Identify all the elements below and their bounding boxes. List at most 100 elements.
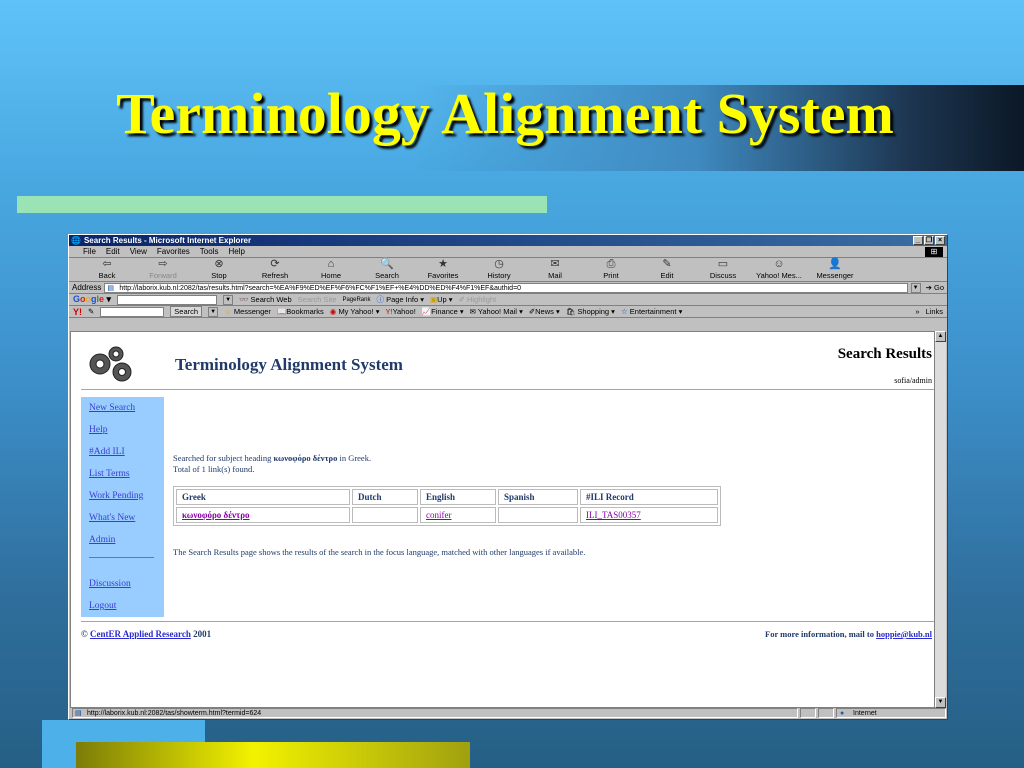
go-button[interactable]: ➔ Go [926, 283, 944, 292]
up-button[interactable]: ▣Up ▾ [430, 295, 453, 304]
nav-new-search[interactable]: New Search [89, 403, 164, 425]
mail-button[interactable]: ✉ Mail [527, 258, 583, 280]
center-link[interactable]: CentER Applied Research [90, 629, 191, 639]
finance-link[interactable]: 📈Finance ▾ [422, 307, 464, 316]
col-greek: Greek [176, 489, 350, 505]
english-term-link[interactable]: conifer [426, 510, 451, 520]
menu-favorites[interactable]: Favorites [157, 247, 190, 256]
window-title: Search Results - Microsoft Internet Expl… [83, 236, 252, 245]
google-search-input[interactable] [117, 294, 218, 305]
bookmarks-link[interactable]: 📖Bookmarks [277, 307, 324, 316]
stop-button[interactable]: ⊗ Stop [191, 258, 247, 280]
page-note: The Search Results page shows the result… [173, 547, 586, 557]
decorative-yellow-bar [76, 742, 470, 768]
yahoo-messenger-button[interactable]: ☺ Yahoo! Mes... [751, 258, 807, 280]
yahoo-link[interactable]: Y!Yahoo! [385, 307, 415, 316]
standard-toolbar: ⇦ Back ⇨ Forward ⊗ Stop ⟳ Refresh ⌂ Home 🔍 Sea… [69, 258, 947, 282]
messenger-button[interactable]: 👤 Messenger [807, 258, 863, 280]
address-input[interactable]: ▤ http://laborix.kub.nl:2082/tas/results.… [104, 282, 908, 293]
search-button[interactable]: 🔍 Search [359, 258, 415, 280]
history-button[interactable]: ◷ History [471, 258, 527, 280]
vertical-scrollbar[interactable]: ▲ ▼ [934, 331, 946, 708]
shopping-link[interactable]: 🛍 Shopping ▾ [566, 307, 615, 316]
nav-divider [89, 557, 154, 558]
nav-whats-new[interactable]: What's New [89, 513, 164, 535]
links-button[interactable]: Links [925, 307, 943, 316]
maximize-button[interactable]: ❐ [924, 236, 934, 245]
refresh-icon: ⟳ [270, 258, 280, 270]
menu-help[interactable]: Help [228, 247, 244, 256]
finance-icon: 📈 [421, 307, 432, 316]
search-icon: 🔍 [380, 258, 394, 270]
search-site-button[interactable]: Search Site [298, 295, 337, 304]
search-web-button[interactable]: 👓 Search Web [239, 295, 292, 304]
page-status-icon: ▤ [75, 709, 82, 717]
search-results-heading: Search Results [837, 346, 932, 362]
total-links: Total of 1 link(s) found. [173, 464, 255, 474]
page-icon: ▤ [107, 284, 114, 292]
pencil-icon: ✎ [88, 307, 95, 316]
more-chevron[interactable]: » [915, 307, 919, 316]
envelope-icon: ✉ [469, 307, 476, 316]
menu-tools[interactable]: Tools [200, 247, 219, 256]
forward-button[interactable]: ⇨ Forward [135, 258, 191, 280]
shopping-icon: 🛍 [565, 307, 576, 316]
page-content: Terminology Alignment System Search Resu… [70, 331, 936, 708]
minimize-button[interactable]: _ [913, 236, 923, 245]
favorites-button[interactable]: ★ Favorites [415, 258, 471, 280]
yahoo-mail-link[interactable]: ✉ Yahoo! Mail ▾ [470, 307, 523, 316]
highlighter-icon: ✐ [458, 295, 465, 304]
status-cell [800, 707, 816, 718]
entertainment-link[interactable]: ☆ Entertainment ▾ [621, 307, 682, 316]
address-dropdown-button[interactable]: ▼ [910, 282, 921, 293]
window-titlebar: 🌐 Search Results - Microsoft Internet Ex… [69, 235, 947, 246]
discuss-button[interactable]: ▭ Discuss [695, 258, 751, 280]
links-area: » Links [915, 307, 943, 316]
my-yahoo-icon: ◉ [329, 307, 337, 316]
footer-copyright: © CentER Applied Research 2001 [81, 629, 212, 639]
yahoo-logo[interactable]: Y! [73, 307, 82, 317]
page-info-button[interactable]: ⓘ Page Info ▾ [376, 294, 424, 305]
email-link[interactable]: hoppie@kub.nl [876, 629, 932, 639]
nav-discussion[interactable]: Discussion [89, 579, 164, 601]
spanish-cell [498, 507, 578, 523]
address-bar: Address ▤ http://laborix.kub.nl:2082/tas/… [69, 282, 947, 294]
google-dropdown-button[interactable]: ▼ [223, 294, 234, 305]
yahoo-search-button[interactable]: Search [170, 306, 203, 317]
status-cell [818, 707, 834, 718]
nav-list-terms[interactable]: List Terms [89, 469, 164, 491]
yahoo-messenger-link[interactable]: ☺ Messenger [224, 307, 271, 316]
close-button[interactable]: × [935, 236, 945, 245]
back-button[interactable]: ⇦ Back [79, 258, 135, 280]
news-link[interactable]: ✐News ▾ [529, 307, 560, 316]
print-button[interactable]: ⎙ Print [583, 258, 639, 280]
highlight-button[interactable]: ✐ Highlight [459, 295, 497, 304]
forward-arrow-icon: ⇨ [158, 258, 168, 270]
menu-file[interactable]: File [83, 247, 96, 256]
google-logo[interactable]: Google ▾ [73, 294, 111, 305]
internet-globe-icon: ● [840, 709, 845, 717]
menu-edit[interactable]: Edit [106, 247, 120, 256]
nav-admin[interactable]: Admin [89, 535, 164, 557]
home-button[interactable]: ⌂ Home [303, 258, 359, 280]
my-yahoo-link[interactable]: ◉ My Yahoo! ▾ [330, 307, 380, 316]
nav-help[interactable]: Help [89, 425, 164, 447]
ili-record-link[interactable]: ILI_TAS00357 [586, 510, 641, 520]
yahoo-dropdown-button[interactable]: ▼ [208, 306, 219, 317]
nav-work-pending[interactable]: Work Pending [89, 491, 164, 513]
col-ili-record: #ILI Record [580, 489, 718, 505]
stop-icon: ⊗ [214, 258, 224, 270]
scroll-up-icon[interactable]: ▲ [935, 331, 946, 342]
yahoo-search-input[interactable] [100, 306, 165, 317]
nav-add-ili[interactable]: #Add ILI [89, 447, 164, 469]
mail-icon: ✉ [550, 258, 560, 270]
binoculars-icon: 👓 [239, 295, 249, 304]
edit-icon: ✎ [662, 258, 672, 270]
menu-view[interactable]: View [130, 247, 147, 256]
nav-logout[interactable]: Logout [89, 601, 164, 623]
edit-button[interactable]: ✎ Edit [639, 258, 695, 280]
refresh-button[interactable]: ⟳ Refresh [247, 258, 303, 280]
col-dutch: Dutch [352, 489, 418, 505]
greek-term-link[interactable]: κωνοφόρο δέντρο [182, 510, 250, 520]
yahoo-icon: Y! [385, 307, 393, 316]
